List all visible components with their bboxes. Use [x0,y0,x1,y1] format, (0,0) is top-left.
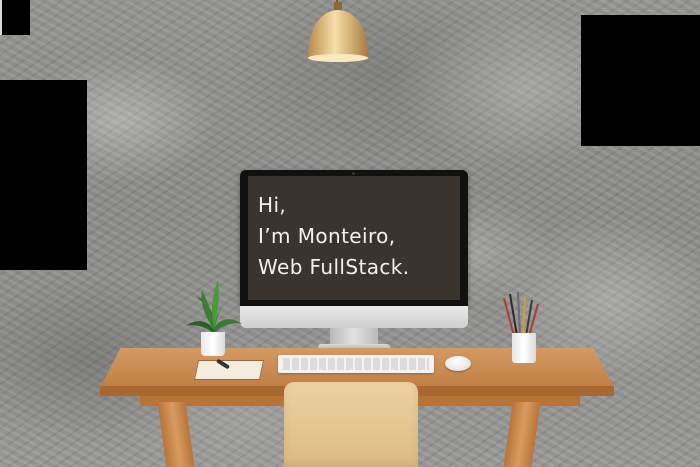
pendant-lamp-icon [308,2,368,62]
webcam [352,172,355,175]
monitor-chin [240,306,468,328]
decor-line-top-left [0,0,2,35]
chair [284,382,418,467]
hero-heading: Hi, I’m Monteiro, Web FullStack. [258,190,458,283]
potted-plant-icon [186,280,242,336]
pencil-cup [512,333,536,363]
decor-block-top-left [0,0,30,35]
hero-scene: Hi, I’m Monteiro, Web FullStack. [0,0,700,467]
mouse [445,356,471,371]
hero-role: Web FullStack. [258,255,410,279]
decor-block-left [0,80,87,270]
pencil-cup-icon [503,292,539,336]
plant-pot [201,332,225,356]
keyboard-keys [283,358,429,370]
hero-greeting: Hi, [258,193,287,217]
decor-block-right [581,15,700,146]
notebook [193,360,265,380]
hero-name: I’m Monteiro, [258,224,396,248]
